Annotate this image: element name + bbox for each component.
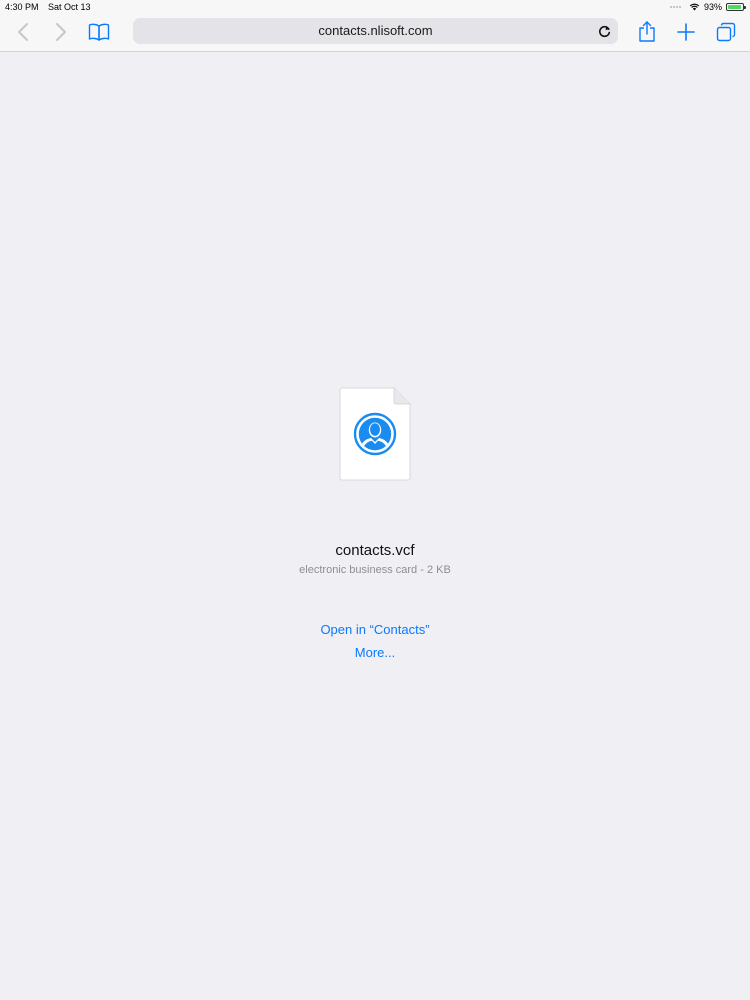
forward-button[interactable] <box>46 18 76 46</box>
status-bar: 4:30 PM Sat Oct 13 93% <box>0 0 750 14</box>
tabs-overview-button[interactable] <box>711 18 741 46</box>
cellular-signal-icon <box>669 6 681 8</box>
status-indicators: 93% <box>669 0 746 14</box>
tabs-overview-icon <box>716 22 736 42</box>
browser-toolbar: contacts.nlisoft.com <box>0 14 750 52</box>
open-in-contacts-link[interactable]: Open in “Contacts” <box>0 622 750 637</box>
back-button[interactable] <box>8 18 38 46</box>
status-date: Sat Oct 13 <box>48 2 91 12</box>
share-button[interactable] <box>632 18 662 46</box>
share-icon <box>639 21 655 42</box>
plus-icon <box>677 23 695 41</box>
battery-percent: 93% <box>703 2 722 12</box>
status-time: 4:30 PM <box>5 2 39 12</box>
reload-icon <box>598 25 610 37</box>
bookmarks-button[interactable] <box>84 18 114 46</box>
vcard-file-icon <box>339 387 411 481</box>
forward-chevron-icon <box>56 23 66 41</box>
contact-person-icon <box>353 412 397 456</box>
back-chevron-icon <box>18 23 28 41</box>
reload-button[interactable] <box>594 21 614 41</box>
new-tab-button[interactable] <box>671 18 701 46</box>
battery-icon <box>726 3 746 11</box>
url-text: contacts.nlisoft.com <box>318 23 433 38</box>
file-meta: electronic business card - 2 KB <box>299 564 451 576</box>
download-preview: contacts.vcf electronic business card - … <box>0 52 750 1000</box>
file-name: contacts.vcf <box>335 542 415 559</box>
battery-level-fill <box>728 5 742 9</box>
address-bar[interactable]: contacts.nlisoft.com <box>133 18 618 44</box>
wifi-icon <box>689 3 700 11</box>
bookmarks-book-icon <box>88 23 110 41</box>
more-link[interactable]: More... <box>0 645 750 660</box>
